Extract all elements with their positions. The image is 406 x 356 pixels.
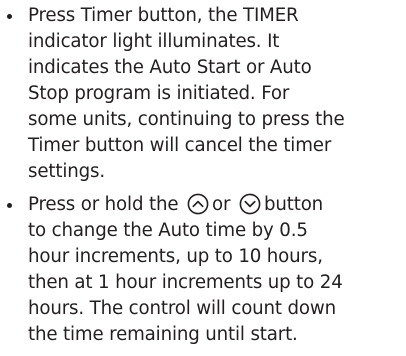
text-line: settings. [28,161,105,182]
chevron-up-circle-icon [187,193,209,215]
text-line: the time remaining until start. [28,324,298,345]
text-line: Press or hold the or button [28,193,323,216]
text-line: indicator light illuminates. It [28,31,280,52]
chevron-down-circle-icon [239,193,261,215]
text-line: hour increments, up to 10 hours, [28,246,323,267]
bullet-dot [7,203,12,208]
text-line: some units, continuing to press the [28,109,345,130]
bullet-dot [7,14,12,19]
text-segment: Press or hold the [28,194,179,215]
text-line: then at 1 hour increments up to 24 [28,272,343,293]
instruction-text: Press Timer button, the TIMER indicator … [0,0,406,356]
text-line: hours. The control will count down [28,298,337,319]
text-line: Stop program is initiated. For [28,83,290,104]
text-line: Timer button will cancel the timer [28,135,332,156]
text-segment: or [212,194,231,215]
text-line: to change the Auto time by 0.5 [28,220,308,241]
text-segment: button [263,194,324,215]
text-line: Press Timer button, the TIMER [28,5,299,26]
text-line: indicates the Auto Start or Auto [28,57,312,78]
